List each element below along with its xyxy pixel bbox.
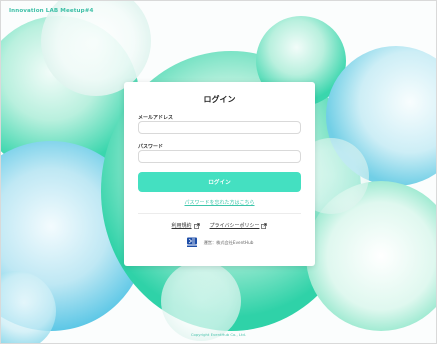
password-label: パスワード [138, 144, 164, 150]
email-field[interactable] [138, 121, 301, 134]
login-card: ログイン メールアドレス パスワード ログイン パスワードを忘れた方はこちら 利… [124, 82, 315, 266]
app-title: Innovation LAB Meetup#4 [9, 8, 94, 14]
eventhub-logo [186, 237, 197, 247]
provider-info: 運営：株式会社EventHub [124, 237, 315, 248]
external-link-icon [193, 222, 200, 229]
login-title: ログイン [203, 95, 236, 104]
copyright: Copyright EventHub Co., Ltd. [190, 332, 247, 337]
password-field[interactable] [138, 150, 301, 163]
divider [138, 213, 301, 214]
privacy-link[interactable]: プライバシーポリシー [210, 222, 268, 229]
terms-link[interactable]: 利用規約 [172, 222, 200, 229]
terms-link-label: 利用規約 [171, 223, 192, 229]
external-link-icon [261, 222, 268, 229]
privacy-link-label: プライバシーポリシー [209, 223, 260, 229]
policy-links: 利用規約 プライバシーポリシー [124, 222, 315, 229]
provider-text: 運営：株式会社EventHub [203, 239, 254, 245]
login-button[interactable]: ログイン [138, 172, 301, 192]
page-frame: Innovation LAB Meetup#4 ログイン メールアドレス パスワ… [0, 0, 437, 344]
email-label: メールアドレス [138, 115, 174, 121]
forgot-password-link[interactable]: パスワードを忘れた方はこちら [124, 199, 315, 206]
